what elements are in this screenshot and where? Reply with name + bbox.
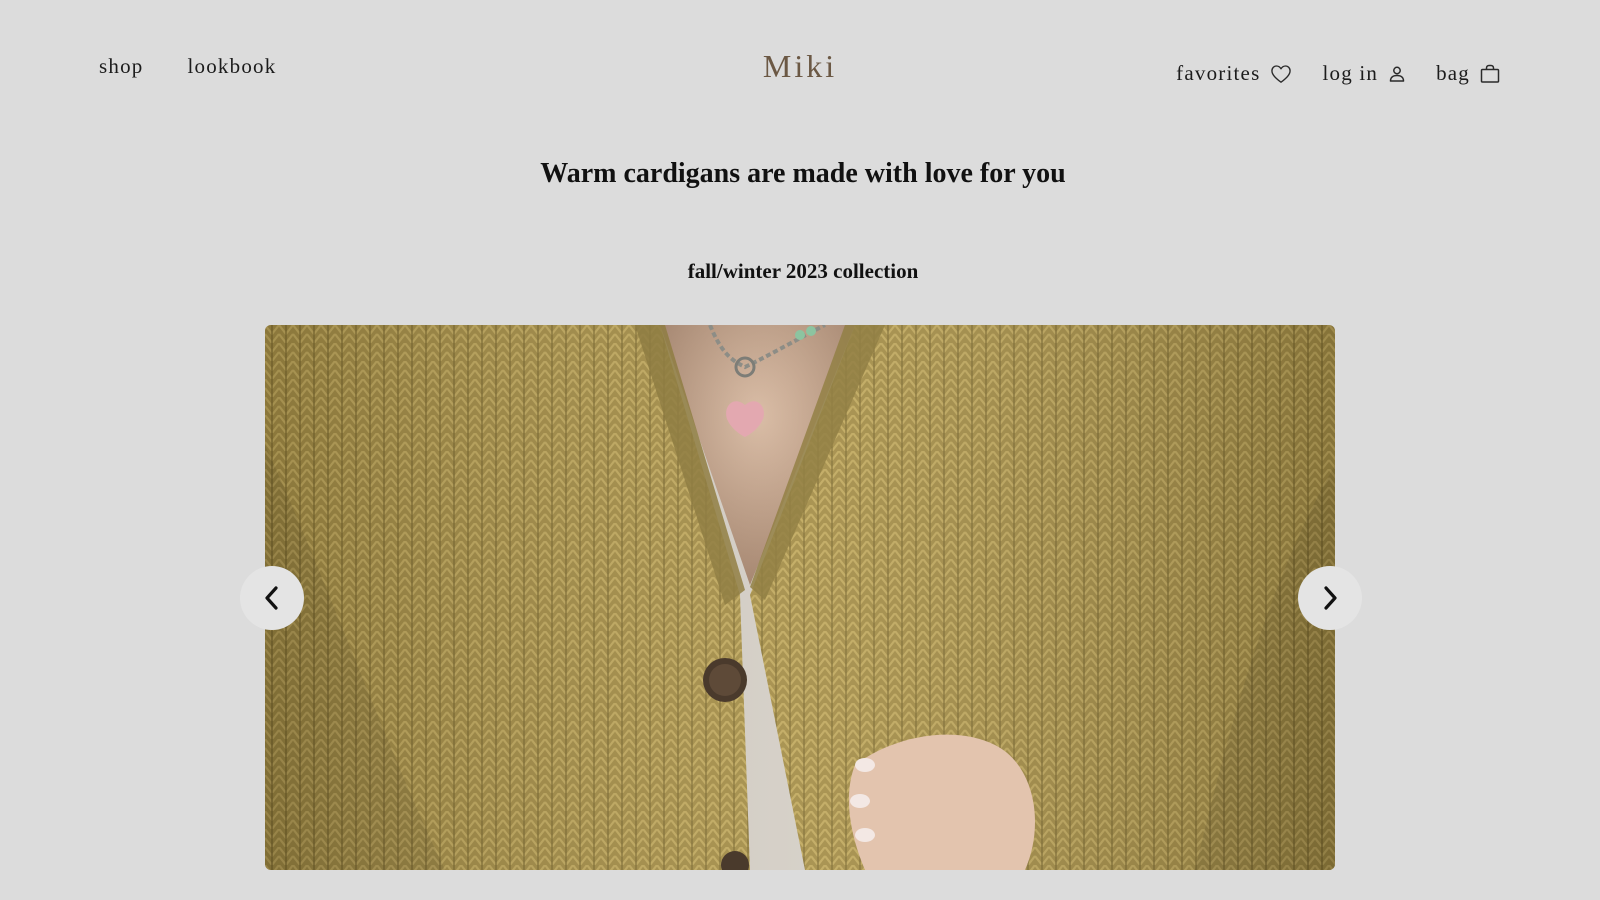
- carousel-next-button[interactable]: [1298, 566, 1362, 630]
- bag-label: bag: [1436, 61, 1470, 85]
- carousel-prev-button[interactable]: [240, 566, 304, 630]
- cardigan-photo: [265, 325, 1335, 870]
- chevron-right-icon: [1324, 586, 1337, 610]
- login-label: log in: [1322, 61, 1379, 85]
- bag-link[interactable]: bag: [1436, 61, 1500, 86]
- favorites-label: favorites: [1176, 61, 1261, 85]
- hero-headline: Warm cardigans are made with love for yo…: [540, 158, 1066, 189]
- user-icon: [1389, 66, 1405, 82]
- favorites-link[interactable]: favorites: [1176, 61, 1292, 86]
- login-link[interactable]: log in: [1322, 61, 1406, 86]
- account-nav: favorites log in bag: [1176, 61, 1500, 86]
- hero-image: [265, 325, 1335, 870]
- collection-subtitle: fall/winter 2023 collection: [687, 259, 919, 283]
- chevron-left-icon: [265, 586, 278, 610]
- shopping-bag-icon: [1480, 64, 1500, 83]
- heart-icon: [1271, 64, 1292, 83]
- site-header: shop lookbook Miki favorites log in bag: [0, 0, 1600, 130]
